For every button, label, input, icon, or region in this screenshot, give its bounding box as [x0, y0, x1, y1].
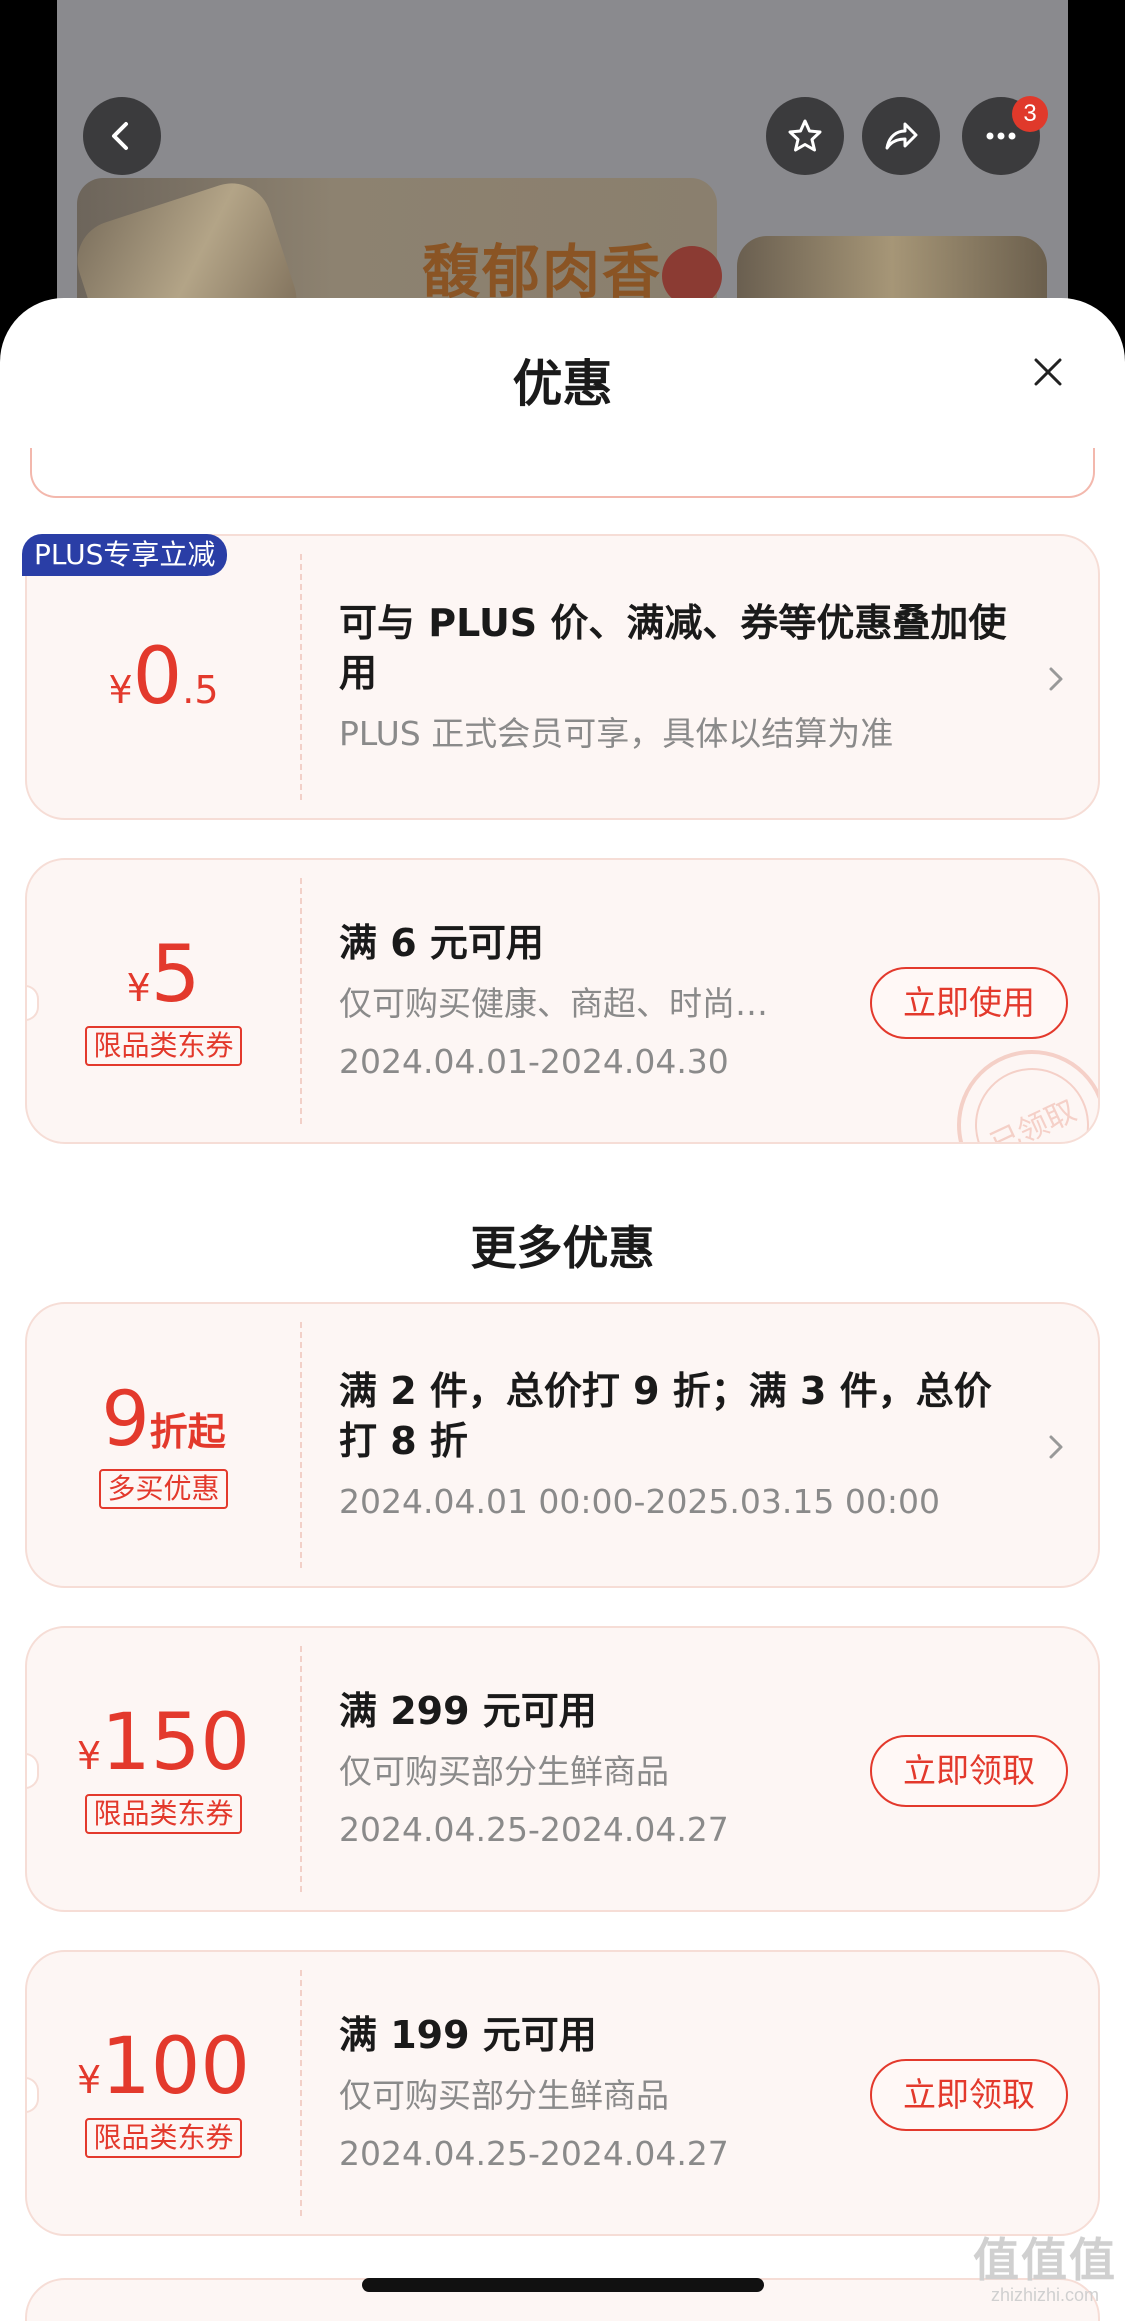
amount-column: ¥150 限品类东券 [27, 1628, 300, 1910]
chevron-right-icon [1049, 667, 1063, 691]
card-divider [300, 554, 302, 800]
multi-buy-discount-card[interactable]: 9折起 多买优惠 满 2 件，总价打 9 折；满 3 件，总价打 8 折 202… [25, 1302, 1100, 1588]
plus-discount-card[interactable]: ¥0.5 可与 PLUS 价、满减、券等优惠叠加使用 PLUS 正式会员可享，具… [25, 534, 1100, 820]
card-details: 可与 PLUS 价、满减、券等优惠叠加使用 PLUS 正式会员可享，具体以结算为… [339, 536, 1019, 818]
amount-decimal: .5 [182, 668, 219, 712]
amount-value: 5 [150, 930, 201, 1020]
banner-text: 馥郁肉香 [422, 238, 663, 306]
share-icon [885, 122, 918, 150]
currency-symbol: ¥ [108, 668, 133, 712]
card-divider [300, 1322, 302, 1568]
discount-validity: 2024.04.01 00:00-2025.03.15 00:00 [339, 1482, 940, 1521]
discount-value: 9 [101, 1374, 150, 1463]
card-divider [300, 1646, 302, 1892]
home-indicator [362, 2278, 764, 2292]
coupon-type-tag: 限品类东券 [85, 1794, 242, 1834]
coupon-validity: 2024.04.25-2024.04.27 [339, 1810, 729, 1849]
discount-unit: 折起 [149, 1410, 226, 1454]
discount-title: 满 2 件，总价打 9 折；满 3 件，总价打 8 折 [339, 1369, 992, 1463]
currency-symbol: ¥ [76, 1734, 102, 1778]
amount-value: 150 [101, 1698, 251, 1788]
discount-amount: 9折起 [101, 1381, 225, 1457]
card-subtitle: PLUS 正式会员可享，具体以结算为准 [339, 714, 894, 753]
watermark: 值值值 zhizhizhi.com [970, 2235, 1120, 2305]
coupon-scope: 仅可购买部分生鲜商品 [339, 2076, 669, 2115]
back-button[interactable] [83, 97, 161, 175]
received-stamp: 已领取 [956, 1049, 1098, 1142]
card-details: 满 6 元可用 仅可购买健康、商超、时尚… 2024.04.01-2024.04… [339, 860, 859, 1142]
discount-type-tag: 多买优惠 [99, 1469, 228, 1509]
amount-column: ¥100 限品类东券 [27, 1952, 300, 2234]
currency-symbol: ¥ [126, 966, 151, 1010]
plus-exclusive-badge: PLUS专享立减 [22, 534, 228, 576]
coupon-amount: ¥100 [77, 2028, 250, 2106]
card-details: 满 199 元可用 仅可购买部分生鲜商品 2024.04.25-2024.04.… [339, 1952, 859, 2234]
coupon-scope: 仅可购买部分生鲜商品 [339, 1752, 669, 1791]
watermark-logo: 值值值 [973, 2234, 1117, 2286]
amount-value: 100 [101, 2022, 251, 2112]
card-details: 满 299 元可用 仅可购买部分生鲜商品 2024.04.25-2024.04.… [339, 1628, 859, 1910]
close-button[interactable] [1030, 354, 1066, 390]
chevron-right-icon [1049, 1435, 1063, 1459]
card-title: 可与 PLUS 价、满减、券等优惠叠加使用 [339, 601, 1007, 695]
card-details: 满 2 件，总价打 9 折；满 3 件，总价打 8 折 2024.04.01 0… [339, 1304, 1029, 1586]
amount-column: ¥0.5 [27, 536, 300, 818]
amount-integer: 0 [132, 632, 183, 722]
coupon-validity: 2024.04.25-2024.04.27 [339, 2134, 729, 2173]
amount-column: 9折起 多买优惠 [27, 1304, 300, 1586]
share-button[interactable] [862, 97, 940, 175]
coupon-card: ¥100 限品类东券 满 199 元可用 仅可购买部分生鲜商品 2024.04.… [25, 1950, 1100, 2236]
close-icon [1034, 358, 1062, 386]
coupon-amount: ¥5 [127, 936, 201, 1014]
card-divider [300, 1970, 302, 2216]
more-offers-title: 更多优惠 [470, 1221, 655, 1275]
coupon-amount: ¥150 [77, 1704, 250, 1782]
claim-now-button[interactable]: 立即领取 [870, 1735, 1068, 1807]
coupon-condition: 满 6 元可用 [339, 921, 544, 965]
currency-symbol: ¥ [76, 2058, 102, 2102]
discount-amount: ¥0.5 [108, 638, 218, 716]
watermark-url: zhizhizhi.com [990, 2285, 1100, 2305]
amount-column: ¥5 限品类东券 [27, 860, 300, 1142]
strawberry-image [662, 246, 722, 306]
coupon-card: ¥150 限品类东券 满 299 元可用 仅可购买部分生鲜商品 2024.04.… [25, 1626, 1100, 1912]
sheet-title: 优惠 [512, 355, 613, 413]
card-divider [300, 878, 302, 1124]
coupon-card-received: ¥5 限品类东券 满 6 元可用 仅可购买健康、商超、时尚… 2024.04.0… [25, 858, 1100, 1144]
coupon-type-tag: 限品类东券 [85, 2118, 242, 2158]
coupon-type-tag: 限品类东券 [85, 1026, 242, 1066]
use-now-button[interactable]: 立即使用 [870, 967, 1068, 1039]
coupon-validity: 2024.04.01-2024.04.30 [339, 1042, 729, 1081]
notification-badge: 3 [1012, 96, 1048, 132]
previous-card-edge [30, 448, 1095, 498]
coupon-condition: 满 199 元可用 [339, 2013, 597, 2057]
stamp-text: 已领取 [956, 1049, 1098, 1142]
coupon-condition: 满 299 元可用 [339, 1689, 597, 1733]
star-icon [788, 119, 822, 152]
coupon-scope: 仅可购买健康、商超、时尚… [339, 984, 768, 1023]
promotions-sheet: 优惠 ¥0.5 可与 PLUS 价、满减、券等优惠叠加使用 PLUS 正式会员可… [0, 298, 1125, 2321]
claim-now-button[interactable]: 立即领取 [870, 2059, 1068, 2131]
favorite-button[interactable] [766, 97, 844, 175]
chevron-left-icon [112, 122, 128, 150]
